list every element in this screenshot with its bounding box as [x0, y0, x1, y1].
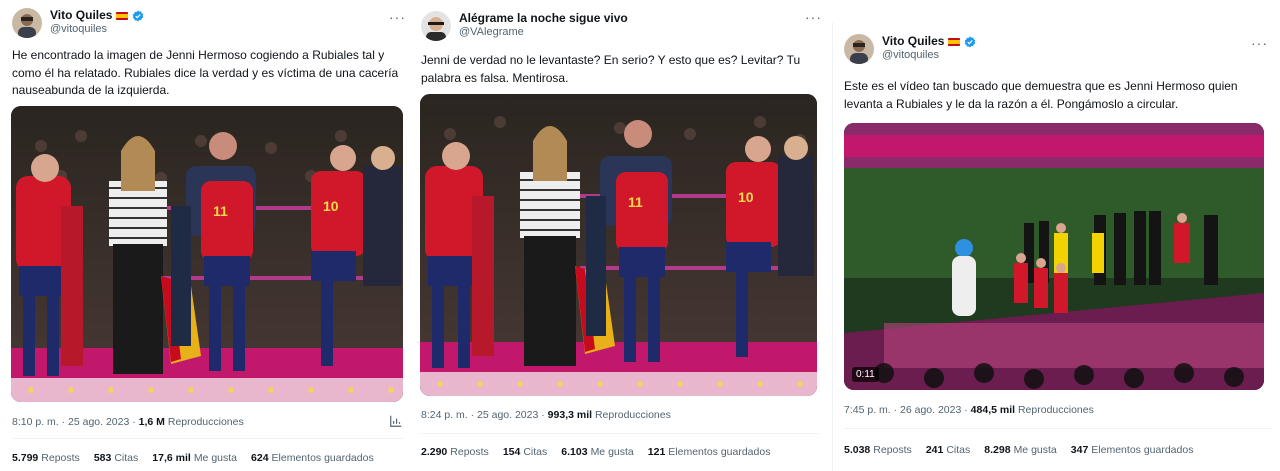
display-name[interactable]: Vito Quiles	[882, 34, 944, 49]
divider	[421, 433, 819, 434]
verified-badge-icon	[964, 36, 976, 48]
timestamp[interactable]: 8:10 p. m. · 25 ago. 2023 ·	[12, 416, 136, 428]
tweet-image[interactable]: 11 10	[420, 94, 817, 396]
tweet-text: Jenni de verdad no le levantaste? En ser…	[421, 53, 801, 85]
tweet-card-2[interactable]: Alégrame la noche sigue vivo @VAlegrame …	[413, 0, 830, 471]
reposts-stat[interactable]: 5.038 Reposts	[844, 444, 912, 456]
views-label: Reproducciones	[594, 409, 671, 421]
tweet-video[interactable]: 0:11	[844, 123, 1264, 390]
avatar[interactable]	[12, 8, 42, 38]
divider	[12, 438, 404, 439]
tweet-card-3[interactable]: Vito Quiles @vitoquiles ··· Este es el v…	[832, 22, 1280, 471]
spain-flag-icon	[948, 37, 961, 46]
likes-stat[interactable]: 6.103 Me gusta	[561, 446, 633, 458]
display-name[interactable]: Vito Quiles	[50, 8, 112, 23]
tweet-meta: 7:45 p. m. · 26 ago. 2023 · 484,5 mil Re…	[844, 404, 1094, 416]
spain-flag-icon	[116, 11, 129, 20]
svg-text:11: 11	[213, 203, 228, 219]
bookmarks-stat[interactable]: 347 Elementos guardados	[1071, 444, 1194, 456]
timestamp[interactable]: 7:45 p. m. · 26 ago. 2023 ·	[844, 404, 968, 416]
avatar[interactable]	[421, 11, 451, 41]
handle[interactable]: @VAlegrame	[459, 26, 628, 40]
handle[interactable]: @vitoquiles	[882, 49, 976, 63]
quotes-stat[interactable]: 154 Citas	[503, 446, 547, 458]
tweet-stats: 5.038 Reposts 241 Citas 8.298 Me gusta 347 E…	[844, 444, 1193, 456]
tweet-meta: 8:24 p. m. · 25 ago. 2023 · 993,3 mil Re…	[421, 409, 671, 421]
views-label: Reproducciones	[1017, 404, 1094, 416]
analytics-icon[interactable]	[389, 414, 403, 428]
tweet-header: Alégrame la noche sigue vivo @VAlegrame	[421, 11, 628, 41]
svg-text:11: 11	[628, 194, 643, 210]
tweet-text: Este es el vídeo tan buscado que demuest…	[844, 79, 1238, 111]
likes-stat[interactable]: 8.298 Me gusta	[984, 444, 1056, 456]
more-options-icon[interactable]: ···	[805, 10, 822, 24]
tweet-card-1[interactable]: Vito Quiles @vitoquiles ··· He encontrad…	[0, 0, 413, 471]
bookmarks-stat[interactable]: 121 Elementos guardados	[648, 446, 771, 458]
more-options-icon[interactable]: ···	[389, 10, 406, 24]
avatar[interactable]	[844, 34, 874, 64]
likes-stat[interactable]: 17,6 mil Me gusta	[152, 452, 237, 464]
verified-badge-icon	[132, 10, 144, 22]
tweet-header: Vito Quiles @vitoquiles	[844, 34, 976, 64]
views-label: Reproducciones	[167, 416, 244, 428]
timestamp[interactable]: 8:24 p. m. · 25 ago. 2023 ·	[421, 409, 545, 421]
tweet-image[interactable]: 11 10	[11, 106, 403, 402]
display-name[interactable]: Alégrame la noche sigue vivo	[459, 11, 628, 26]
quotes-stat[interactable]: 241 Citas	[926, 444, 970, 456]
more-options-icon[interactable]: ···	[1251, 36, 1268, 50]
tweet-stats: 5.799 Reposts 583 Citas 17,6 mil Me gusta 6…	[12, 452, 374, 464]
svg-text:10: 10	[323, 198, 339, 214]
quotes-stat[interactable]: 583 Citas	[94, 452, 138, 464]
tweet-text: He encontrado la imagen de Jenni Hermoso…	[12, 48, 399, 97]
reposts-stat[interactable]: 2.290 Reposts	[421, 446, 489, 458]
reposts-stat[interactable]: 5.799 Reposts	[12, 452, 80, 464]
views-count: 484,5 mil	[970, 404, 1016, 416]
svg-text:10: 10	[738, 189, 754, 205]
tweet-stats: 2.290 Reposts 154 Citas 6.103 Me gusta 121 E…	[421, 446, 770, 458]
tweet-meta: 8:10 p. m. · 25 ago. 2023 · 1,6 M Reprod…	[12, 416, 244, 428]
views-count: 993,3 mil	[547, 409, 593, 421]
video-duration: 0:11	[852, 367, 879, 382]
divider	[844, 428, 1272, 429]
tweet-header: Vito Quiles @vitoquiles	[12, 8, 144, 38]
bookmarks-stat[interactable]: 624 Elementos guardados	[251, 452, 374, 464]
views-count: 1,6 M	[138, 416, 165, 428]
handle[interactable]: @vitoquiles	[50, 23, 144, 37]
